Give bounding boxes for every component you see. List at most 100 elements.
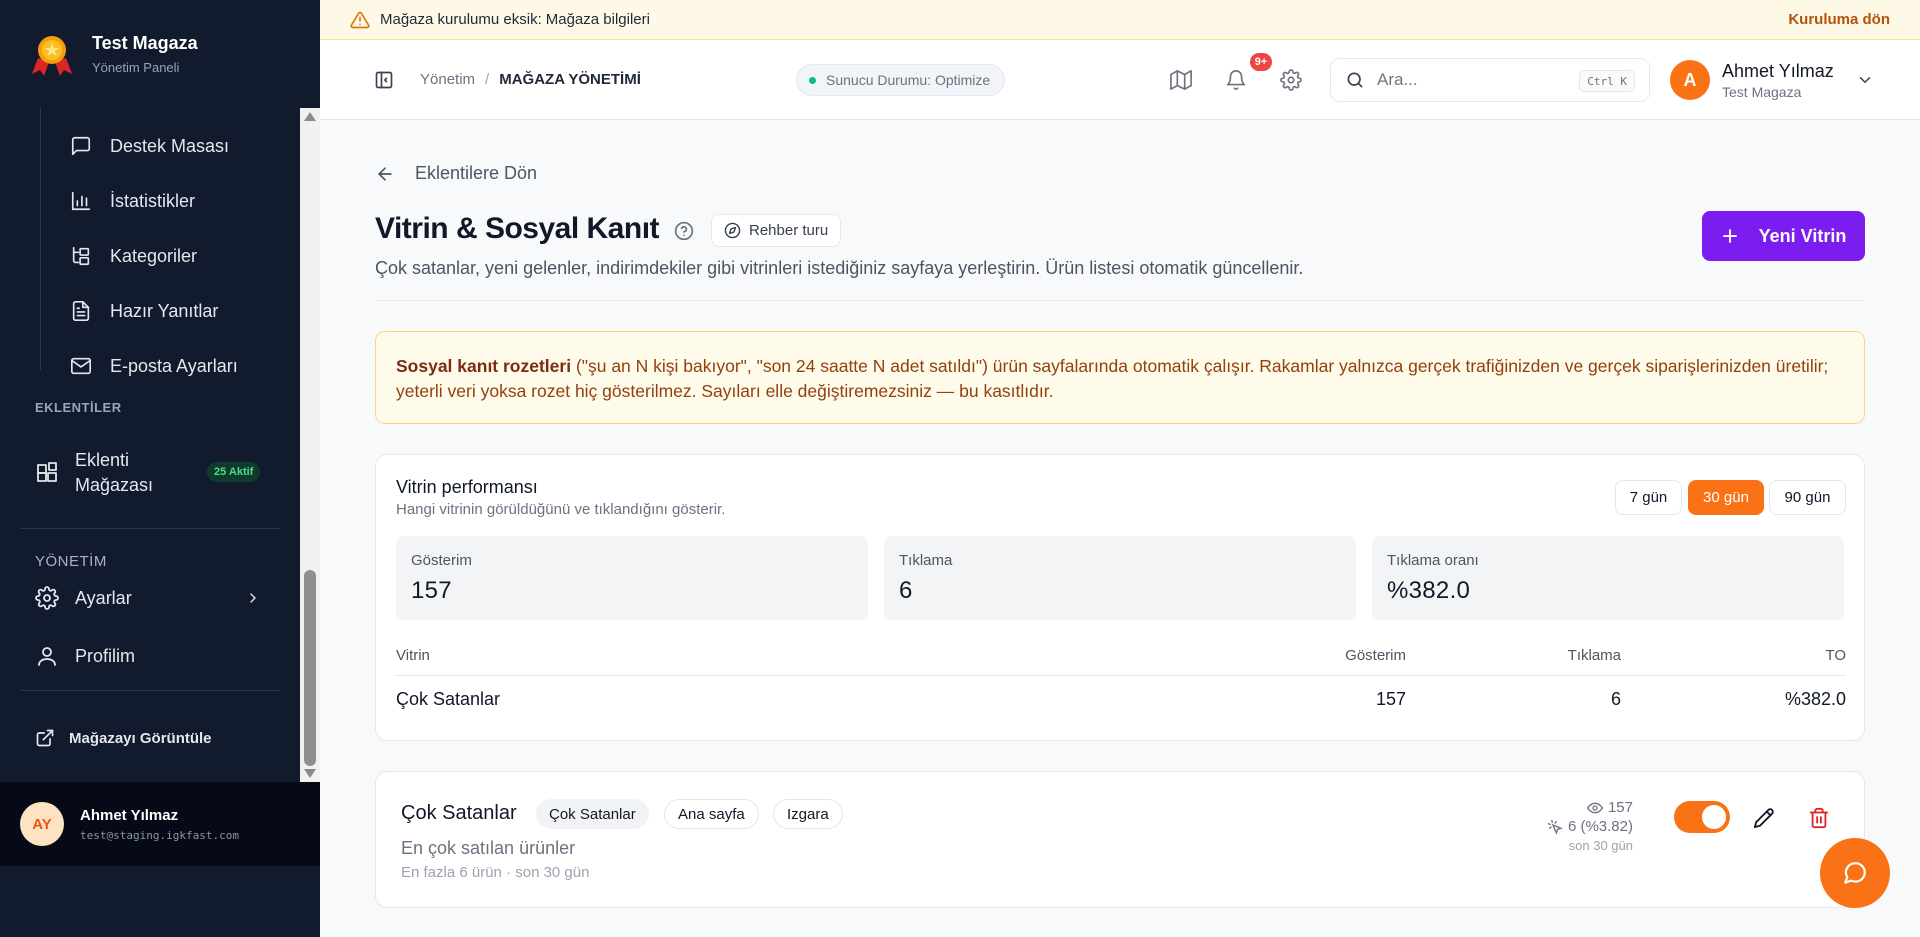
search-input[interactable] [1377,70,1557,90]
gear-icon[interactable] [1280,69,1302,91]
social-proof-info-notice: Sosyal kanıt rozetleri ("şu an N kişi ba… [375,331,1865,424]
mouse-click-icon [1547,819,1563,835]
compass-icon [724,222,741,239]
help-circle-icon[interactable] [674,221,694,241]
sidebar-item-settings[interactable]: Ayarlar [35,586,265,610]
showcase-enabled-toggle[interactable] [1674,801,1730,833]
sidebar-item-label: Destek Masası [110,135,230,156]
showcase-title: Çok Satanlar [401,802,517,824]
user-store-name: Test Magaza [1722,83,1802,100]
showcase-stats: 157 6 (%3.82) son 30 gün [1463,798,1633,855]
search-bar[interactable]: Ctrl K [1330,58,1650,102]
brand[interactable]: Test Magaza Yönetim Paneli [0,0,320,108]
breadcrumb-root[interactable]: Yönetim [420,71,475,88]
stat-impressions: Gösterim 157 [396,536,868,620]
sidebar-item-label: Ayarlar [75,587,132,608]
column-header-showcase: Vitrin [396,647,430,664]
plus-icon [1722,229,1737,243]
showcase-list-item: Çok Satanlar Çok Satanlar Ana sayfa Izga… [375,771,1865,908]
message-square-icon [71,136,91,156]
column-header-ctr: TO [1825,647,1846,664]
page-description: Çok satanlar, yeni gelenler, indirimdeki… [375,258,1304,278]
folder-tree-icon [72,246,90,266]
notification-count-badge: 9+ [1250,53,1272,71]
view-store-link[interactable]: Mağazayı Görüntüle [35,728,212,748]
user-icon [38,647,56,666]
new-showcase-button[interactable]: Yeni Vitrin [1702,211,1865,261]
stat-clicks: Tıklama 6 [884,536,1356,620]
showcase-period: son 30 gün [1568,838,1633,853]
search-icon [1347,72,1363,88]
sidebar-item-statistics[interactable]: İstatistikler [70,181,195,221]
arrow-left-icon [378,166,392,181]
chat-bubble-icon [1844,862,1866,884]
sidebar-item-profile[interactable]: Profilim [35,644,135,668]
trash-icon[interactable] [1808,807,1830,829]
notice-text: ("şu an N kişi bakıyor", "son 24 saatte … [396,356,1829,401]
back-link-label: Eklentilere Dön [415,163,538,183]
mail-icon [71,357,91,375]
status-dot [809,76,816,84]
chevron-down-icon [1859,77,1870,84]
user-email: test@staging.igkfast.com [80,828,239,842]
pencil-icon[interactable] [1753,807,1775,829]
chevron-right-icon [250,593,256,603]
section-heading-extensions: EKLENTİLER [35,400,122,415]
showcase-performance-card: Vitrin performansı Hangi vitrinin görüld… [375,454,1865,741]
server-status-text: Sunucu Durumu: Optimize [826,72,991,88]
sidebar-item-extension-store[interactable]: Eklenti Mağazası [35,448,153,498]
back-to-extensions-link[interactable]: Eklentilere Dön [375,163,537,184]
banner-store-info-link[interactable]: Mağaza bilgileri [546,11,650,28]
sidebar-scrollbar[interactable] [300,108,320,782]
toggle-knob [1702,805,1726,829]
active-count-badge: 25 Aktif [207,462,261,482]
return-to-setup-link[interactable]: Kuruluma dön [1788,11,1890,28]
stat-value: 157 [411,577,452,604]
keyboard-shortcut-hint: Ctrl K [1579,70,1635,92]
range-90-days-button[interactable]: 90 gün [1769,480,1846,515]
showcase-clicks: 6 (%3.82) [1567,818,1633,835]
card-title: Vitrin performansı [396,477,538,497]
map-icon[interactable] [1170,69,1192,91]
gear-icon [35,586,59,610]
blocks-icon [37,462,57,482]
medal-logo-icon [28,30,76,78]
chat-support-button[interactable] [1820,838,1890,908]
showcase-description: En çok satılan ürünler [401,838,576,858]
sidebar-item-label: Hazır Yanıtlar [110,300,219,321]
stat-ctr: Tıklama oranı %382.0 [1372,536,1844,620]
scroll-up-icon[interactable] [304,112,316,121]
range-30-days-button[interactable]: 30 gün [1688,480,1764,515]
sidebar-item-canned-responses[interactable]: Hazır Yanıtlar [70,291,218,331]
guided-tour-button[interactable]: Rehber turu [711,214,842,247]
scrollbar-thumb[interactable] [304,570,316,766]
sidebar-item-label: E-posta Ayarları [110,355,238,376]
showcase-meta: En fazla 6 ürün · son 30 gün [401,864,590,881]
sidebar-divider [20,528,280,529]
user-name: Ahmet Yılmaz [1722,60,1834,81]
sidebar-item-categories[interactable]: Kategoriler [70,236,197,276]
stat-label: Gösterim [411,552,472,569]
divider [375,300,1865,301]
sidebar-item-label: Kategoriler [110,245,198,266]
sidebar-item-email-settings[interactable]: E-posta Ayarları [70,346,238,386]
showcase-type-chip: Çok Satanlar [536,799,649,829]
bar-chart-icon [71,191,91,211]
submenu-guide-line [40,108,41,370]
range-7-days-button[interactable]: 7 gün [1615,480,1682,515]
sidebar-item-support-desk[interactable]: Destek Masası [70,126,229,166]
server-status-badge: Sunucu Durumu: Optimize [796,64,1006,96]
sidebar-nav: Destek Masası İstatistikler Kategoriler … [0,108,300,782]
scroll-down-icon[interactable] [304,769,316,778]
sidebar-user-card[interactable]: AY Ahmet Yılmaz test@staging.igkfast.com [0,782,320,866]
sidebar-toggle-icon[interactable] [374,70,394,90]
breadcrumb: Yönetim / MAĞAZA YÖNETİMİ [420,71,641,88]
sidebar-item-label: İstatistikler [110,190,196,211]
bell-icon[interactable] [1225,69,1247,91]
stat-value: %382.0 [1387,577,1471,604]
warning-triangle-icon [350,11,370,28]
setup-warning-banner: Mağaza kurulumu eksik: Mağaza bilgileri … [320,0,1920,40]
user-menu[interactable]: A Ahmet Yılmaz Test Magaza [1670,60,1874,100]
sidebar-item-label: Mağazası [75,475,154,495]
eye-icon [1586,802,1603,813]
